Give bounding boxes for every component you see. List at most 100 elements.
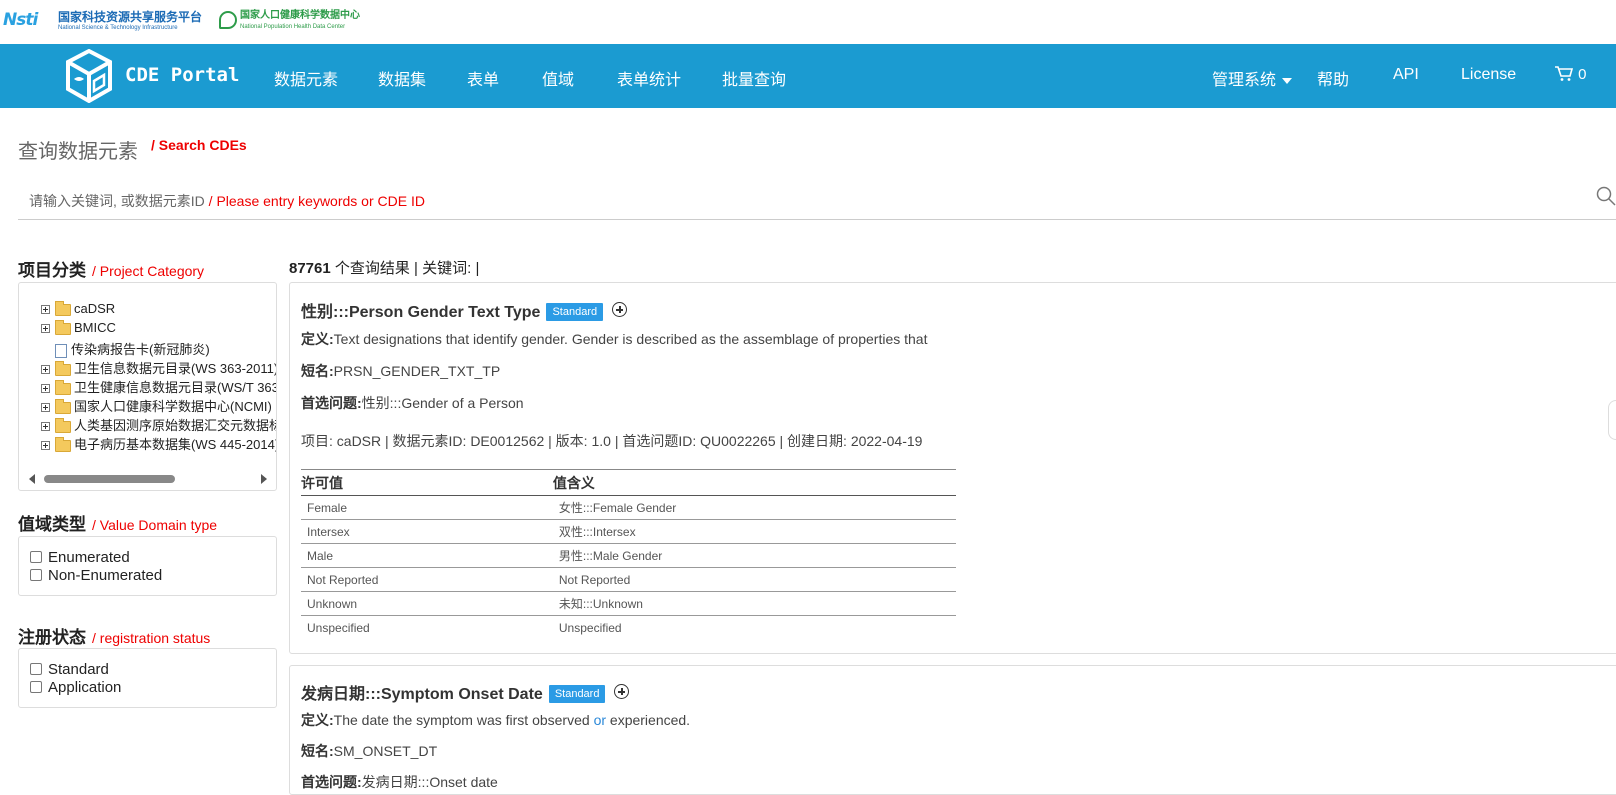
short-name-text: SM_ONSET_DT xyxy=(333,743,438,759)
cde-title-text[interactable]: 性别:::Person Gender Text Type xyxy=(301,304,540,321)
cde-result-card: 发病日期:::Symptom Onset Date Standard 定义:The… xyxy=(289,665,1616,795)
checkbox-box[interactable] xyxy=(30,663,42,675)
result-count: 87761 个查询结果 | 关键词: | xyxy=(289,257,479,278)
expand-icon[interactable] xyxy=(41,441,50,451)
brand-title[interactable]: CDE Portal xyxy=(125,64,239,86)
cde-title: 发病日期:::Symptom Onset Date Standard xyxy=(301,680,630,704)
table-cell: 男性:::Male Gender xyxy=(546,543,956,568)
expand-icon[interactable] xyxy=(41,305,50,315)
table-row: Female 女性:::Female Gender xyxy=(301,495,956,520)
tree-node-bmicc[interactable]: BMICC xyxy=(41,319,116,338)
project-category-heading: 项目分类 / Project Category xyxy=(18,256,204,281)
value-domain-panel: Enumerated Non-Enumerated xyxy=(18,536,277,596)
result-count-suffix: 个查询结果 | 关键词: | xyxy=(334,260,480,277)
nsti-logo[interactable]: Nsti xyxy=(3,10,38,30)
table-cell: Female xyxy=(301,495,547,520)
file-icon xyxy=(55,343,67,358)
nav-forms[interactable]: 表单 xyxy=(467,66,499,90)
definition-link[interactable]: or xyxy=(594,712,606,728)
tree-node-label: 人类基因测序原始数据汇交元数据标准 xyxy=(74,418,277,433)
registration-status-heading: 注册状态 / registration status xyxy=(18,623,210,648)
scroll-left-arrow-icon[interactable] xyxy=(29,474,35,484)
definition-text: The date the symptom was first observed xyxy=(333,712,594,728)
expand-icon[interactable] xyxy=(41,422,50,432)
checkbox-box[interactable] xyxy=(30,569,42,581)
nav-form-statistics[interactable]: 表单统计 xyxy=(617,66,681,90)
checkbox-label: Application xyxy=(48,679,122,696)
expand-icon[interactable] xyxy=(41,324,50,334)
registration-status-panel: Standard Application xyxy=(18,648,277,708)
checkbox-label: Enumerated xyxy=(48,549,130,566)
nav-value-domains[interactable]: 值域 xyxy=(542,66,574,90)
side-tab-handle[interactable] xyxy=(1608,400,1616,440)
nav-license[interactable]: License xyxy=(1461,66,1516,84)
nav-batch-query[interactable]: 批量查询 xyxy=(722,66,786,90)
cde-cube-logo-icon[interactable] xyxy=(66,49,112,103)
nav-data-elements[interactable]: 数据元素 xyxy=(274,66,338,90)
nphdc-logo-icon[interactable] xyxy=(219,11,237,29)
cde-definition: 定义:The date the symptom was first observ… xyxy=(301,710,690,730)
table-cell: Not Reported xyxy=(546,567,956,592)
checkbox-box[interactable] xyxy=(30,551,42,563)
table-header-permissible-value: 许可值 xyxy=(301,469,547,496)
registration-status-title: 注册状态 xyxy=(18,628,86,647)
table-cell: Unknown xyxy=(301,591,547,616)
checkbox-standard[interactable]: Standard xyxy=(30,661,109,678)
permissible-values-table: 许可值 值含义 Female 女性:::Female Gender Interse… xyxy=(301,469,956,640)
preferred-question-text: 性别:::Gender of a Person xyxy=(361,395,524,411)
tree-horizontal-scrollbar[interactable] xyxy=(29,473,267,485)
scroll-right-arrow-icon[interactable] xyxy=(261,474,267,484)
table-cell: 双性:::Intersex xyxy=(546,519,956,544)
result-count-number: 87761 xyxy=(289,260,331,277)
tree-node-ncmi[interactable]: 国家人口健康科学数据中心(NCMI) xyxy=(41,396,272,414)
scrollbar-thumb[interactable] xyxy=(44,475,175,483)
tree-node-label: caDSR xyxy=(74,301,116,316)
cde-title-text[interactable]: 发病日期:::Symptom Onset Date xyxy=(301,686,543,703)
table-cell: Male xyxy=(301,543,547,568)
table-row: Unspecified Unspecified xyxy=(301,616,956,640)
checkbox-label: Non-Enumerated xyxy=(48,567,163,584)
tree-node-cadsr[interactable]: caDSR xyxy=(41,300,116,319)
cde-preferred-question: 首选问题:性别:::Gender of a Person xyxy=(301,393,524,413)
tree-node-wst363-2023[interactable]: 卫生健康信息数据元目录(WS/T 363-2023) xyxy=(41,377,276,395)
nsti-logo-text: Nsti xyxy=(3,10,38,30)
cde-meta: 项目: caDSR | 数据元素ID: DE0012562 | 版本: 1.0 … xyxy=(301,433,923,449)
value-domain-title: 值域类型 xyxy=(18,515,86,534)
preferred-question-label: 首选问题: xyxy=(301,774,362,790)
tree-node-label: 卫生健康信息数据元目录(WS/T 363-2023) xyxy=(74,380,276,395)
short-name-label: 短名: xyxy=(301,743,334,759)
tree-node-covid-report-card[interactable]: 传染病报告卡(新冠肺炎) xyxy=(41,339,210,358)
tree-node-emr-ws445[interactable]: 电子病历基本数据集(WS 445-2014) xyxy=(41,434,276,452)
cart-count: 0 xyxy=(1578,66,1587,83)
nav-help[interactable]: 帮助 xyxy=(1317,66,1349,90)
expand-icon[interactable] xyxy=(41,384,50,394)
top-logo-strip: Nsti 国家科技资源共享服务平台 National Science & Tec… xyxy=(0,0,1616,44)
nav-admin-dropdown[interactable]: 管理系统 xyxy=(1212,66,1293,90)
add-to-cart-plus-icon[interactable] xyxy=(614,684,630,699)
checkbox-non-enumerated[interactable]: Non-Enumerated xyxy=(30,567,162,584)
tree-node-label: 传染病报告卡(新冠肺炎) xyxy=(71,342,210,357)
nav-datasets[interactable]: 数据集 xyxy=(378,66,426,90)
cde-definition: 定义:Text designations that identify gende… xyxy=(301,329,927,349)
nav-api[interactable]: API xyxy=(1393,66,1419,84)
checkbox-application[interactable]: Application xyxy=(30,679,121,696)
cart-button[interactable]: 0 xyxy=(1554,65,1587,83)
tree-node-gene-sequencing[interactable]: 人类基因测序原始数据汇交元数据标准 xyxy=(41,415,277,433)
table-row: Not Reported Not Reported xyxy=(301,567,956,592)
registration-status-title-en: / registration status xyxy=(92,630,211,646)
tree-node-ws363-2011[interactable]: 卫生信息数据元目录(WS 363-2011) xyxy=(41,358,276,376)
add-to-cart-plus-icon[interactable] xyxy=(612,302,628,317)
search-input[interactable]: 请输入关键词, 或数据元素ID / Please entry keywords … xyxy=(18,176,1616,220)
search-placeholder-cn: 请输入关键词, 或数据元素ID xyxy=(29,193,205,209)
checkbox-box[interactable] xyxy=(30,681,42,693)
caret-down-icon xyxy=(1282,77,1293,84)
checkbox-enumerated[interactable]: Enumerated xyxy=(30,549,130,566)
tree-node-label: 国家人口健康科学数据中心(NCMI) xyxy=(74,399,272,414)
folder-icon xyxy=(55,379,71,395)
search-icon[interactable] xyxy=(1596,186,1616,206)
expand-icon[interactable] xyxy=(41,365,50,375)
folder-icon xyxy=(55,300,71,316)
expand-icon[interactable] xyxy=(41,403,50,413)
folder-icon xyxy=(55,417,71,433)
checkbox-label: Standard xyxy=(48,661,109,678)
